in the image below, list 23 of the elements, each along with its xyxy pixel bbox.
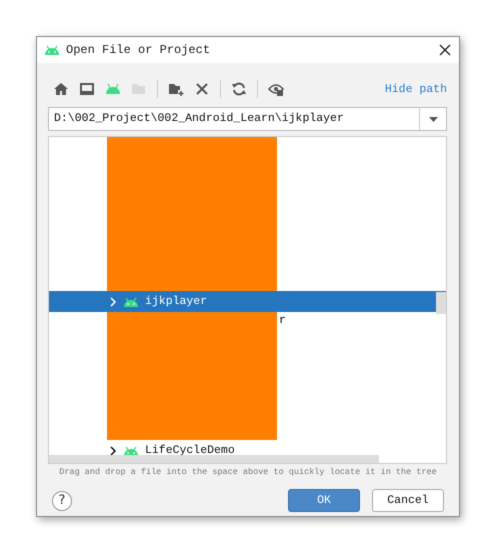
tree-item-label: r xyxy=(279,314,286,327)
path-field[interactable]: D:\002_Project\002_Android_Learn\ijkplayer xyxy=(48,107,447,131)
dialog-button[interactable]: OK xyxy=(288,489,360,512)
scrollbar-thumb[interactable] xyxy=(436,292,446,314)
hint-text: Drag and drop a file into the space above to quickly locate it in the tree xyxy=(58,466,438,477)
android-icon xyxy=(44,45,60,55)
android-icon xyxy=(123,446,139,456)
dropdown-arrow-icon[interactable] xyxy=(428,116,438,122)
monitor-icon[interactable] xyxy=(79,81,95,97)
window-title: Open File or Project xyxy=(66,43,212,57)
close-icon[interactable] xyxy=(194,81,210,97)
android-icon xyxy=(123,296,139,306)
tree-item[interactable]: ijkplayer xyxy=(49,291,446,312)
new-folder-icon[interactable] xyxy=(168,81,184,97)
home-icon[interactable] xyxy=(53,81,69,97)
chevron-icon[interactable] xyxy=(109,446,117,456)
hide-path-link[interactable]: Hide path xyxy=(384,82,447,96)
help-button[interactable]: ? xyxy=(52,490,72,510)
refresh-icon[interactable] xyxy=(231,81,247,97)
dialog-button[interactable]: Cancel xyxy=(372,489,444,512)
eye-icon[interactable] xyxy=(268,81,284,97)
scrollbar[interactable] xyxy=(49,455,379,463)
close-icon[interactable] xyxy=(439,44,451,56)
